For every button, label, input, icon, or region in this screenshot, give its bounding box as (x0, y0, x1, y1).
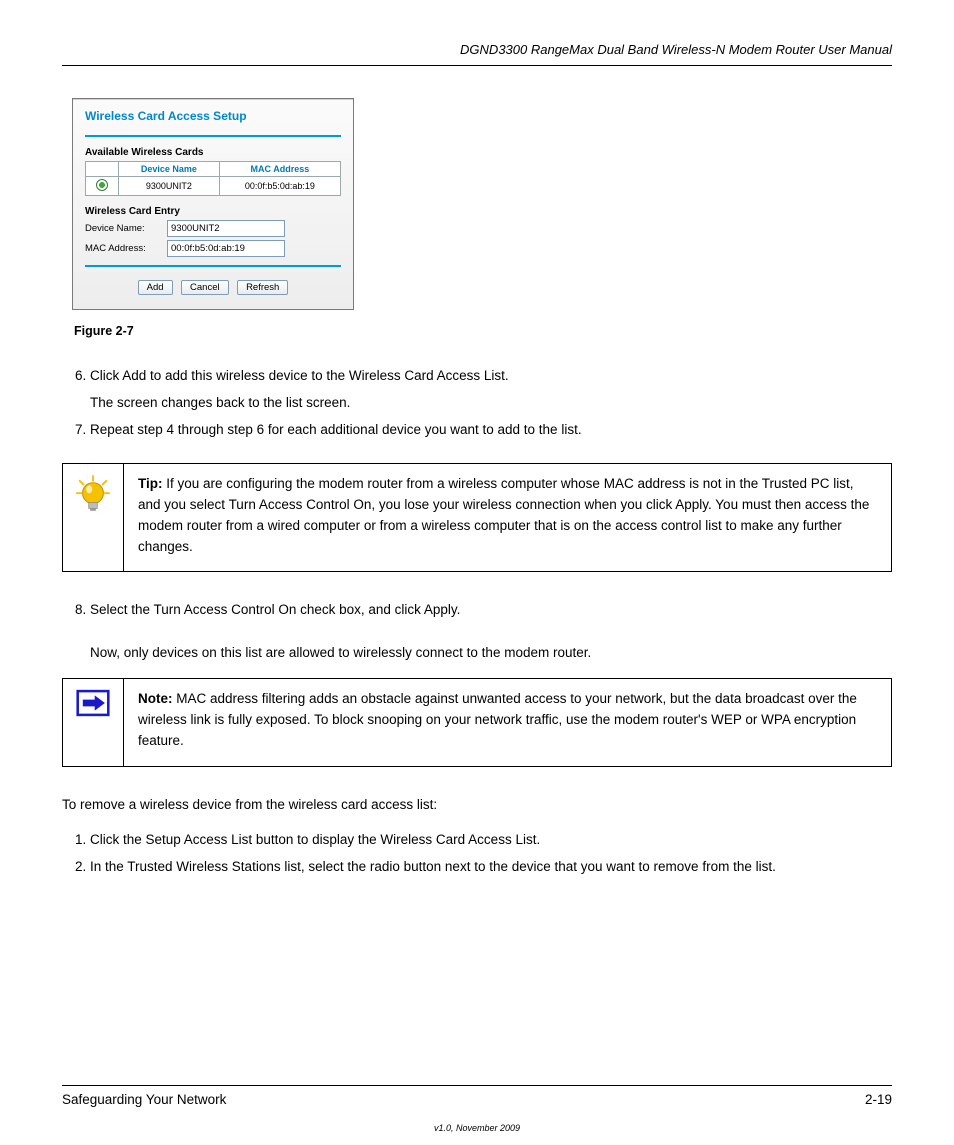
remove-heading: To remove a wireless device from the wir… (62, 795, 892, 816)
dialog-divider-1 (85, 135, 341, 137)
footer-rule (62, 1085, 892, 1086)
after-tip-text: Now, only devices on this list are allow… (90, 643, 892, 664)
tip-callout: Tip: If you are configuring the modem ro… (62, 463, 892, 573)
table-header-mac: MAC Address (219, 162, 340, 177)
entry-section-label: Wireless Card Entry (85, 206, 341, 217)
row-mac: 00:0f:b5:0d:ab:19 (219, 177, 340, 196)
row-radio-selected-icon[interactable] (96, 179, 108, 191)
page-footer: Safeguarding Your Network 2-19 (62, 1085, 892, 1107)
footer-right: 2-19 (865, 1092, 892, 1107)
lightbulb-icon (74, 474, 112, 518)
available-cards-label: Available Wireless Cards (85, 147, 341, 158)
dialog-figure: Wireless Card Access Setup Available Wir… (72, 98, 892, 310)
mac-address-input[interactable] (167, 240, 285, 257)
tip-text: Tip: If you are configuring the modem ro… (124, 464, 891, 572)
steps-list: Click Add to add this wireless device to… (62, 366, 892, 441)
device-name-input[interactable] (167, 220, 285, 237)
steps-list-2: Select the Turn Access Control On check … (62, 600, 892, 621)
mac-address-label: MAC Address: (85, 243, 167, 254)
row-device: 9300UNIT2 (119, 177, 220, 196)
step-6: Click Add to add this wireless device to… (90, 366, 892, 414)
version-line: v1.0, November 2009 (62, 1123, 892, 1133)
note-text: Note: MAC address filtering adds an obst… (124, 679, 891, 766)
cancel-button[interactable]: Cancel (181, 280, 229, 295)
remove-steps: Click the Setup Access List button to di… (62, 830, 892, 878)
remove-step-1: Click the Setup Access List button to di… (90, 830, 892, 851)
step-8: Select the Turn Access Control On check … (90, 600, 892, 621)
wireless-access-dialog: Wireless Card Access Setup Available Wir… (72, 98, 354, 310)
add-button[interactable]: Add (138, 280, 173, 295)
device-name-label: Device Name: (85, 223, 167, 234)
table-header-device: Device Name (119, 162, 220, 177)
refresh-button[interactable]: Refresh (237, 280, 288, 295)
remove-step-2: In the Trusted Wireless Stations list, s… (90, 857, 892, 878)
figure-caption: Figure 2-7 (74, 324, 892, 338)
available-cards-table: Device Name MAC Address 9300UNIT2 00:0f:… (85, 161, 341, 196)
table-row[interactable]: 9300UNIT2 00:0f:b5:0d:ab:19 (86, 177, 341, 196)
step-6-result: The screen changes back to the list scre… (90, 393, 892, 414)
table-header-select (86, 162, 119, 177)
dialog-title: Wireless Card Access Setup (85, 109, 341, 123)
footer-left: Safeguarding Your Network (62, 1092, 226, 1107)
dialog-divider-2 (85, 265, 341, 267)
note-callout: Note: MAC address filtering adds an obst… (62, 678, 892, 767)
step-7: Repeat step 4 through step 6 for each ad… (90, 420, 892, 441)
header-rule (62, 65, 892, 66)
chapter-title: DGND3300 RangeMax Dual Band Wireless-N M… (62, 42, 892, 57)
arrow-note-icon (76, 689, 110, 717)
